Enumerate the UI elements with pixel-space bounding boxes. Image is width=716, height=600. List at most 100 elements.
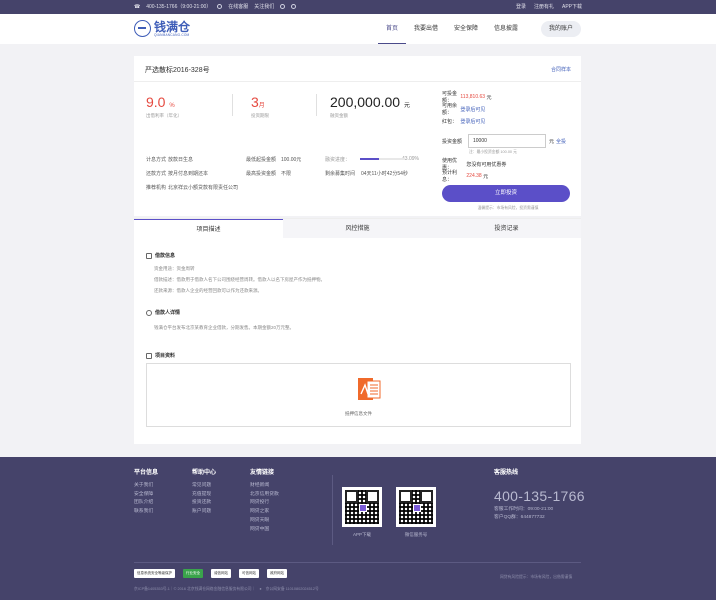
invest-all-button[interactable]: 全投 <box>556 138 566 145</box>
footer-risk: 网贷有风险提示：市场有风险，出借需谨慎 <box>500 575 572 580</box>
loan-description: 借款描述：借款用于借款人名下公司围绕经营周转。借款人以名下房屋产作为抵押物。 <box>154 277 325 282</box>
trust-badges: 信息系统安全等级保护 行业安全 诚信网站 可信网站 政府网站 <box>134 569 287 578</box>
footer-link[interactable]: 联系我们 <box>134 508 158 517</box>
logo[interactable]: 钱满仓 QIANMANCANG.COM <box>134 20 190 37</box>
footer-hotline: 客服热线 400-135-1766 客服工作时间：09:00-21:00 客户Q… <box>494 467 585 522</box>
user-icon <box>146 309 152 316</box>
footer-link[interactable]: 网贷投行 <box>250 499 279 508</box>
progress-key: 融资进度： <box>325 157 351 163</box>
footer-link[interactable]: 网贷之家 <box>250 508 279 517</box>
footer-link[interactable]: 团队介绍 <box>134 499 158 508</box>
footer-link[interactable]: 财经新闻 <box>250 482 279 491</box>
pdf-file-icon[interactable] <box>356 376 382 402</box>
footer-link[interactable]: 北京信用贷款 <box>250 491 279 500</box>
invest-unit: 元 <box>549 138 555 145</box>
divider <box>232 94 233 116</box>
footer-risk-text: 市场有风险，出借需谨慎 <box>530 575 573 579</box>
invest-amount-input[interactable] <box>468 134 546 148</box>
remaining-time-value: 04天11小时42分54秒 <box>361 171 408 177</box>
nav-invest[interactable]: 我要出借 <box>406 20 446 44</box>
app-download-link[interactable]: APP下载 <box>562 3 582 10</box>
available-balance-key: 可用余额： <box>442 103 458 116</box>
nav-home[interactable]: 首页 <box>378 20 407 44</box>
my-account-button[interactable]: 我的账户 <box>541 21 581 37</box>
borrower-heading: 借款人详情 <box>146 309 180 316</box>
nav-disclosure[interactable]: 信息披露 <box>486 20 526 44</box>
calc-method-key: 计息方式 <box>146 157 167 163</box>
borrower-text: 钱满仓平台发布北京某教育企业借款，分期发售。本期金额20万元整。 <box>154 325 295 330</box>
rate-value: 9.0 <box>146 94 166 110</box>
follow-us-label: 关注我们 <box>254 4 275 10</box>
detail-tabs: 项目描述 风控措施 投资记录 <box>134 218 581 238</box>
government-badge[interactable]: 政府网站 <box>267 569 287 578</box>
wechat-icon[interactable] <box>291 4 297 9</box>
red-packet-login-link[interactable]: 登录后可见 <box>460 118 485 125</box>
weibo-icon[interactable] <box>280 4 286 9</box>
police-record[interactable]: 京公网安备 11010802024512号 <box>266 587 319 592</box>
invest-now-button[interactable]: 立即投资 <box>442 185 570 202</box>
footer-link[interactable]: 关于我们 <box>134 482 158 491</box>
detail-panel: 借款信息 资金用途：资金周转 借款描述：借款用于借款人名下公司围绕经营周转。借款… <box>134 238 581 444</box>
period-label: 投资期限 <box>251 113 269 118</box>
folder-icon <box>146 352 152 359</box>
contract-sample-link[interactable]: 合同样本 <box>551 66 571 73</box>
top-bar: ☎ 400-135-1766（9:00-21:00） 在线客服 关注我们 登录 … <box>0 0 716 14</box>
footer-link[interactable]: 充值提现 <box>192 491 216 500</box>
footer-col-help: 帮助中心 常见问题 充值提现 投资还款 账户问题 <box>192 467 216 517</box>
logo-text: 钱满仓 <box>154 19 191 34</box>
footer-col-links: 友情链接 财经新闻 北京信用贷款 网贷投行 网贷之家 网贷天眼 网贷中国 <box>250 467 279 534</box>
footer-legal: 京ICP备1405353号-1｜© 2016 北京钱满仓网络金融信息服务有限公司… <box>134 587 319 592</box>
hotline-title: 客服热线 <box>494 470 519 476</box>
expected-interest-unit: 元 <box>483 173 489 180</box>
footer-col-title: 友情链接 <box>250 470 275 476</box>
service-icon <box>217 4 223 9</box>
industry-badge[interactable]: 行业安全 <box>183 569 203 578</box>
service-hours: 客服工作时间：09:00-21:00 <box>494 507 554 512</box>
info-row-3: 推荐机构 北京祥云小额贷款有限责任公司 <box>146 184 238 191</box>
amount-unit: 元 <box>403 103 410 109</box>
period-value: 3 <box>251 94 259 110</box>
risk-warning: 温馨提示：市场有风险，投资需谨慎 <box>477 206 539 210</box>
copyright: 京ICP备1405353号-1｜© 2016 北京钱满仓网络金融信息服务有限公司… <box>134 587 256 591</box>
main-nav: 首页 我要出借 安全保障 信息披露 <box>378 20 526 44</box>
security-badge[interactable]: 信息系统安全等级保护 <box>134 569 175 578</box>
trusted-site-badge[interactable]: 可信网站 <box>239 569 259 578</box>
footer-link[interactable]: 账户问题 <box>192 508 216 517</box>
footer-link[interactable]: 安全保障 <box>134 491 158 500</box>
wechat-qr-label: 微信服务号 <box>404 532 428 537</box>
amount-value: 200,000.00 <box>330 94 401 110</box>
loan-info-heading: 借款信息 <box>146 252 175 259</box>
funding-progress-bar <box>360 158 405 160</box>
tab-description[interactable]: 项目描述 <box>134 219 283 238</box>
app-qr-label: APP下载 <box>352 532 371 537</box>
footer-link[interactable]: 网贷中国 <box>250 526 279 535</box>
borrower-title: 借款人详情 <box>155 310 181 316</box>
logo-icon <box>134 20 151 37</box>
available-balance-login-link[interactable]: 登录后可见 <box>460 106 485 113</box>
integrity-badge[interactable]: 诚信网站 <box>211 569 231 578</box>
qr-logo-icon <box>413 504 421 512</box>
hotline-number: 400-135-1766 <box>494 488 585 504</box>
rate-stat: 9.0 % 出借利率（年化） <box>146 94 182 119</box>
files-heading: 项目资料 <box>146 352 175 359</box>
register-link[interactable]: 注册有礼 <box>534 3 554 10</box>
file-label[interactable]: 抵押信息文件 <box>147 411 570 417</box>
footer-col-title: 帮助中心 <box>192 470 217 476</box>
tab-risk-control[interactable]: 风控措施 <box>283 219 432 238</box>
file-box: 抵押信息文件 <box>146 363 571 427</box>
login-link[interactable]: 登录 <box>516 3 526 10</box>
coupon-value[interactable]: 您没有可用优惠券 <box>466 161 506 168</box>
loan-purpose: 资金用途：资金周转 <box>154 266 195 271</box>
tab-invest-records[interactable]: 投资记录 <box>432 219 581 238</box>
footer-col-platform: 平台信息 关于我们 安全保障 团队介绍 联系我们 <box>134 467 158 517</box>
police-icon: ● <box>259 587 262 591</box>
nav-security[interactable]: 安全保障 <box>446 20 486 44</box>
footer-link[interactable]: 投资还款 <box>192 499 216 508</box>
customer-qq: 客户QQ群：644877732 <box>494 515 545 520</box>
amount-stat: 200,000.00 元 融资金额 <box>330 94 410 119</box>
online-service-link[interactable]: 在线客服 <box>228 3 248 10</box>
footer-link[interactable]: 常见问题 <box>192 482 216 491</box>
footer-col-title: 平台信息 <box>134 470 159 476</box>
investable-value: 113,810.63 <box>460 94 486 100</box>
footer-link[interactable]: 网贷天眼 <box>250 517 279 526</box>
